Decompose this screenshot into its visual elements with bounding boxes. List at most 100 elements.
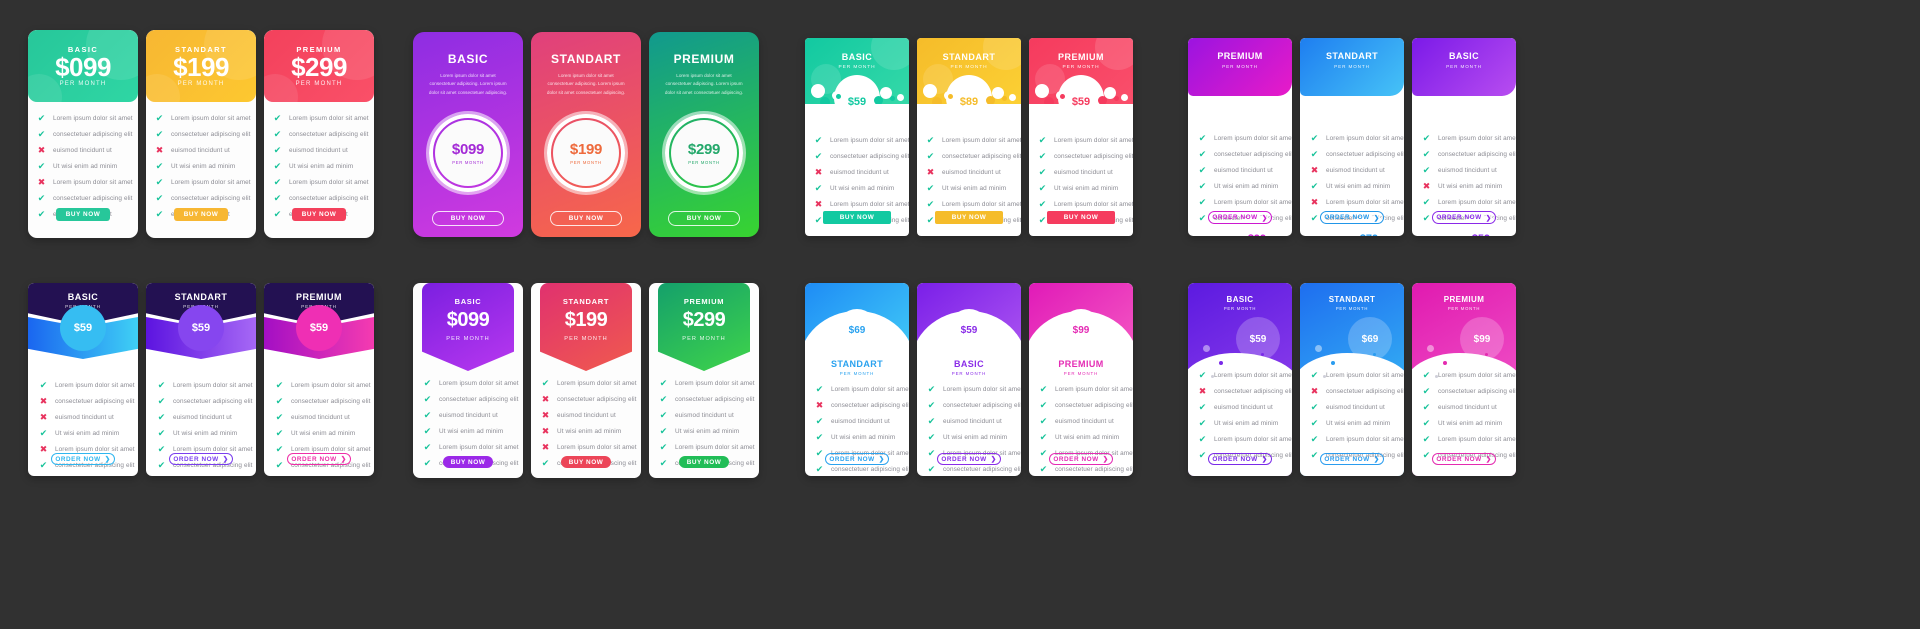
cross-icon: ✖: [541, 394, 550, 404]
check-icon: ✔: [1198, 213, 1207, 223]
feature-item: ✔ consectetuer adipiscing elit: [1039, 465, 1133, 474]
buy-now-button[interactable]: BUY NOW: [1047, 211, 1115, 224]
buy-now-button[interactable]: BUY NOW: [679, 456, 729, 468]
check-icon: ✔: [1310, 213, 1319, 223]
check-icon: ✔: [1422, 197, 1431, 207]
plan-name: STANDART: [562, 297, 610, 306]
feature-item: ✔ Ut wisi enim ad minim: [1422, 419, 1507, 428]
buy-now-button[interactable]: BUY NOW: [550, 211, 622, 227]
feature-item: ✖ consectetuer adipiscing elit: [541, 394, 637, 404]
pricing-card: STANDART PER MONTH $89 ✔ Lorem ipsum dolor s…: [917, 38, 1021, 236]
order-now-button[interactable]: ORDER NOW ❯: [1049, 453, 1113, 465]
pricing-card: BASICPER MONTH$59✔Lorem ipsum dolor sit …: [1188, 283, 1292, 476]
feature-label: Lorem ipsum dolor sit amet: [439, 444, 519, 451]
feature-item: ✔ consectetuer adipiscing elit: [1422, 387, 1516, 396]
buy-now-button[interactable]: BUY NOW: [668, 211, 740, 227]
order-now-button[interactable]: ORDER NOW ❯: [1208, 453, 1272, 465]
feature-item: ✔ Ut wisi enim ad minim: [157, 429, 245, 438]
check-icon: ✔: [37, 113, 46, 123]
feature-label: Ut wisi enim ad minim: [943, 434, 1008, 441]
check-icon: ✔: [275, 380, 284, 390]
pricing-card: STANDARTPER MONTH$59✔Lorem ipsum dolor s…: [146, 283, 256, 476]
feature-label: Lorem ipsum dolor sit amet: [289, 115, 369, 122]
price-disc: $299 PER MONTH: [671, 120, 737, 187]
order-now-button[interactable]: ORDER NOW ❯: [825, 453, 889, 465]
order-now-button[interactable]: ORDER NOW ❯: [51, 453, 115, 465]
buy-now-button[interactable]: BUY NOW: [432, 211, 504, 227]
plan-name: PREMIUM: [673, 52, 735, 66]
feature-label: consectetuer adipiscing elit: [1214, 388, 1292, 395]
order-now-button[interactable]: ORDER NOW ❯: [287, 453, 351, 465]
check-icon: ✔: [815, 432, 824, 442]
feature-label: Lorem ipsum dolor sit amet: [557, 444, 637, 451]
per-month-label: PER MONTH: [564, 336, 608, 342]
buy-now-button[interactable]: BUY NOW: [174, 208, 228, 221]
order-now-button[interactable]: ORDER NOW ❯: [1432, 453, 1496, 465]
feature-item: ✔ Lorem ipsum dolor sit amet: [1198, 371, 1292, 380]
check-icon: ✔: [1039, 416, 1048, 426]
feature-label: consectetuer adipiscing elit: [289, 195, 369, 202]
per-month-label: PER MONTH: [446, 336, 490, 342]
feature-item: ✔ consectetuer adipiscing elit: [155, 194, 251, 203]
buy-now-button[interactable]: BUY NOW: [292, 208, 346, 221]
check-icon: ✔: [1039, 384, 1048, 394]
card-body: ✔ Lorem ipsum dolor sit amet ✔ consectetuer…: [28, 102, 138, 219]
check-icon: ✔: [814, 151, 823, 161]
check-icon: ✔: [37, 209, 46, 219]
check-icon: ✔: [659, 426, 668, 436]
feature-list: ✔ Lorem ipsum dolor sit amet ✔ consectetuer…: [659, 379, 755, 468]
buy-now-button[interactable]: BUY NOW: [443, 456, 493, 468]
feature-label: Ut wisi enim ad minim: [439, 428, 504, 435]
order-now-button[interactable]: ORDER NOW ❯: [1432, 211, 1496, 224]
check-icon: ✔: [155, 129, 164, 139]
feature-label: euismod tincidunt ut: [1438, 167, 1497, 174]
check-icon: ✔: [1310, 370, 1319, 380]
order-now-button[interactable]: ORDER NOW ❯: [1208, 211, 1272, 224]
feature-label: euismod tincidunt ut: [1214, 404, 1273, 411]
feature-label: Lorem ipsum dolor sit amet: [1214, 436, 1292, 443]
check-icon: ✔: [157, 412, 166, 422]
feature-label: Ut wisi enim ad minim: [55, 430, 120, 437]
per-month-label: PER MONTH: [682, 336, 726, 342]
pricing-card: $69 STANDART PER MONTH ✔ Lorem ipsum dolor s…: [805, 283, 909, 476]
check-icon: ✔: [1422, 418, 1431, 428]
order-now-button[interactable]: ORDER NOW ❯: [169, 453, 233, 465]
chevron-right-icon: ❯: [340, 456, 347, 463]
feature-item: ✔ Ut wisi enim ad minim: [659, 427, 749, 436]
pricing-card: STANDART PER MONTH $79 ✔ Lorem ipsum dolor s…: [1300, 38, 1404, 236]
plan-name: STANDART: [551, 52, 621, 66]
feature-item: ✔ Ut wisi enim ad minim: [1039, 433, 1124, 442]
check-icon: ✔: [423, 458, 432, 468]
order-now-label: ORDER NOW: [1053, 455, 1099, 463]
feature-label: Ut wisi enim ad minim: [1214, 420, 1279, 427]
feature-item: ✔ Ut wisi enim ad minim: [39, 429, 127, 438]
feature-label: consectetuer adipiscing elit: [1438, 151, 1516, 158]
group-5-navy-chevron: BASICPER MONTH$59✔Lorem ipsum dolor sit …: [28, 283, 374, 476]
buy-now-button[interactable]: BUY NOW: [561, 456, 611, 468]
feature-item: ✔ Lorem ipsum dolor sit amet: [273, 178, 369, 187]
check-icon: ✔: [927, 448, 936, 458]
order-now-button[interactable]: ORDER NOW ❯: [937, 453, 1001, 465]
check-icon: ✔: [1039, 400, 1048, 410]
feature-item: ✔ consectetuer adipiscing elit: [273, 130, 369, 139]
feature-label: Lorem ipsum dolor sit amet: [53, 115, 133, 122]
feature-item: ✔ Ut wisi enim ad minim: [1038, 184, 1124, 193]
feature-label: Lorem ipsum dolor sit amet: [1326, 436, 1404, 443]
cross-icon: ✖: [541, 410, 550, 420]
buy-now-button[interactable]: BUY NOW: [823, 211, 891, 224]
pricing-card: $99 PREMIUM PER MONTH ✔ Lorem ipsum dolor si…: [1029, 283, 1133, 476]
check-icon: ✔: [927, 464, 936, 474]
feature-item: ✖ Lorem ipsum dolor sit amet: [814, 200, 909, 209]
order-now-button[interactable]: ORDER NOW ❯: [1320, 211, 1384, 224]
feature-label: Lorem ipsum dolor sit amet: [831, 386, 909, 393]
buy-now-button[interactable]: BUY NOW: [56, 208, 110, 221]
feature-label: euismod tincidunt ut: [289, 147, 348, 154]
buy-now-button[interactable]: BUY NOW: [935, 211, 1003, 224]
card-body: ✔ Lorem ipsum dolor sit amet ✔ consectetuer…: [805, 104, 909, 225]
group-2-gradient-ring: BASIC Lorem ipsum dolor sit amet consecte…: [413, 32, 759, 237]
order-now-button[interactable]: ORDER NOW ❯: [1320, 453, 1384, 465]
check-icon: ✔: [927, 384, 936, 394]
cross-icon: ✖: [155, 145, 164, 155]
feature-item: ✖ Lorem ipsum dolor sit amet: [37, 178, 133, 187]
check-icon: ✔: [37, 193, 46, 203]
